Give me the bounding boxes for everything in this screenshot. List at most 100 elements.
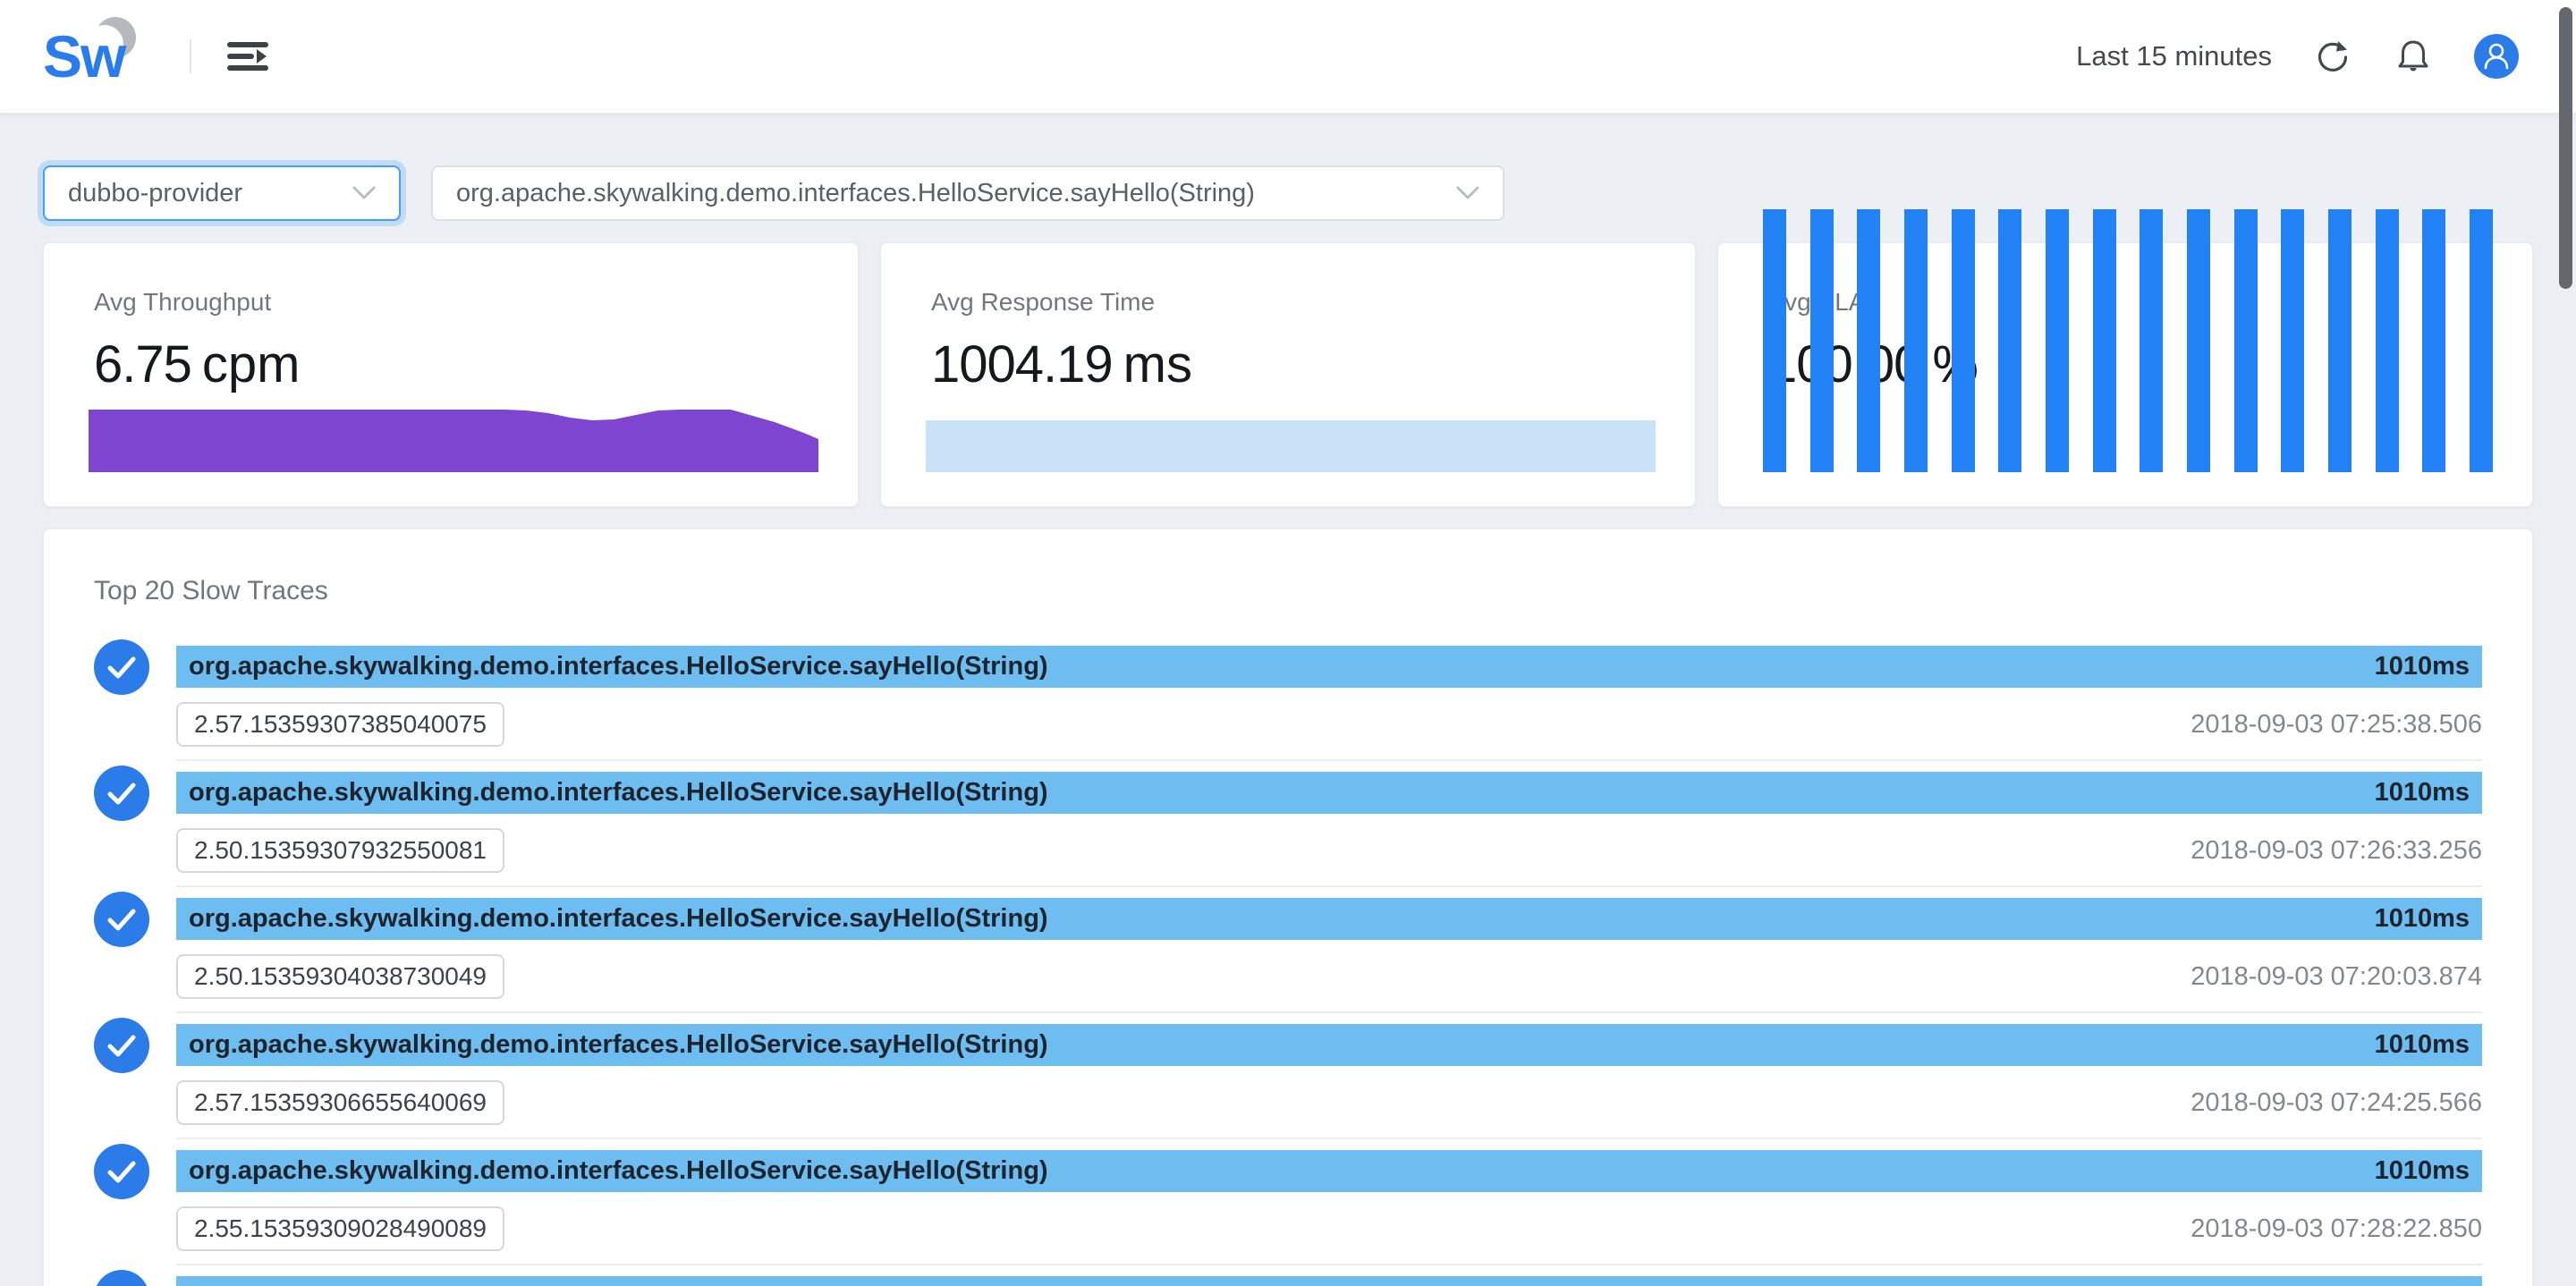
trace-duration: 1010ms [2375, 1156, 2470, 1186]
trace-main: org.apache.skywalking.demo.interfaces.He… [176, 646, 2482, 772]
check-icon [94, 1018, 149, 1073]
trace-row-meta: 2.50.15359304038730049 2018-09-03 07:20:… [176, 954, 2482, 999]
trace-id-badge[interactable]: 2.57.15359307385040075 [176, 702, 504, 747]
trace-duration-bar[interactable]: org.apache.skywalking.demo.interfaces.He… [176, 772, 2482, 814]
endpoint-select[interactable]: org.apache.skywalking.demo.interfaces.He… [431, 165, 1504, 221]
avg-throughput-card: Avg Throughput 6.75cpm [43, 242, 859, 507]
chevron-down-icon [1456, 186, 1479, 200]
sla-bar [2234, 209, 2258, 472]
sla-bar [2281, 209, 2304, 472]
time-range-selector[interactable]: Last 15 minutes [2076, 40, 2272, 72]
trace-row: org.apache.skywalking.demo.interfaces.He… [94, 646, 2482, 772]
throughput-area-chart [89, 410, 818, 472]
row-divider [176, 759, 2482, 761]
trace-success-indicator [94, 766, 149, 821]
sla-bar [1857, 209, 1880, 472]
slow-traces-title: Top 20 Slow Traces [94, 576, 2482, 606]
trace-main: org.apache.skywalking.demo.interfaces.He… [176, 898, 2482, 1024]
trace-operation: org.apache.skywalking.demo.interfaces.He… [189, 1156, 1048, 1186]
trace-duration-bar[interactable]: org.apache.skywalking.demo.interfaces.He… [176, 1024, 2482, 1066]
trace-success-indicator [94, 1270, 149, 1286]
endpoint-select-value: org.apache.skywalking.demo.interfaces.He… [456, 179, 1440, 208]
sla-bar [1810, 209, 1834, 472]
avg-response-time-card: Avg Response Time 1004.19ms [880, 242, 1696, 507]
trace-main: org.apache.skywalking.demo.interfaces.He… [176, 1276, 2482, 1286]
sla-bar [2187, 209, 2210, 472]
trace-operation: org.apache.skywalking.demo.interfaces.He… [189, 1282, 1048, 1286]
check-icon [94, 639, 149, 695]
sla-bar-chart [1763, 209, 2493, 472]
metric-label: Avg Throughput [94, 288, 808, 317]
row-divider [176, 1138, 2482, 1139]
unfold-menu-glyph [227, 39, 268, 73]
trace-duration-bar[interactable]: org.apache.skywalking.demo.interfaces.He… [176, 1276, 2482, 1286]
service-select[interactable]: dubbo-provider [43, 165, 401, 221]
sla-bar [1904, 209, 1928, 472]
trace-success-indicator [94, 892, 149, 947]
trace-row: org.apache.skywalking.demo.interfaces.He… [94, 772, 2482, 898]
trace-operation: org.apache.skywalking.demo.interfaces.He… [189, 778, 1048, 808]
sla-bar [2422, 209, 2445, 472]
trace-row-meta: 2.57.15359307385040075 2018-09-03 07:25:… [176, 702, 2482, 747]
trace-timestamp: 2018-09-03 07:24:25.566 [2190, 1088, 2482, 1118]
service-select-value: dubbo-provider [68, 179, 336, 208]
trace-success-indicator [94, 1144, 149, 1199]
row-divider [176, 885, 2482, 887]
trace-id-badge[interactable]: 2.50.15359304038730049 [176, 954, 504, 999]
trace-timestamp: 2018-09-03 07:28:22.850 [2190, 1214, 2482, 1244]
header-actions: Last 15 minutes [2076, 34, 2519, 79]
trace-main: org.apache.skywalking.demo.interfaces.He… [176, 1024, 2482, 1150]
trace-timestamp: 2018-09-03 07:25:38.506 [2190, 710, 2482, 740]
check-icon [94, 892, 149, 947]
trace-duration: 1010ms [2375, 1030, 2470, 1060]
trace-duration-bar[interactable]: org.apache.skywalking.demo.interfaces.He… [176, 646, 2482, 688]
sla-bar [2046, 209, 2069, 472]
slow-traces-card: Top 20 Slow Traces org.apache.skywalking… [43, 529, 2533, 1286]
trace-id-badge[interactable]: 2.50.15359307932550081 [176, 828, 504, 873]
trace-id-badge[interactable]: 2.57.15359306655640069 [176, 1080, 504, 1125]
menu-unfold-icon[interactable] [227, 37, 272, 76]
trace-row-meta: 2.55.15359309028490089 2018-09-03 07:28:… [176, 1206, 2482, 1251]
sla-bar [2140, 209, 2163, 472]
trace-id-badge[interactable]: 2.55.15359309028490089 [176, 1206, 504, 1251]
trace-duration-bar[interactable]: org.apache.skywalking.demo.interfaces.He… [176, 1150, 2482, 1192]
header-divider [190, 39, 191, 73]
response-time-area-chart [926, 410, 1656, 472]
check-icon [94, 766, 149, 821]
trace-success-indicator [94, 1018, 149, 1073]
trace-row-meta: 2.57.15359306655640069 2018-09-03 07:24:… [176, 1080, 2482, 1125]
trace-timestamp: 2018-09-03 07:20:03.874 [2190, 962, 2482, 992]
person-icon [2474, 34, 2519, 79]
trace-row: org.apache.skywalking.demo.interfaces.He… [94, 1150, 2482, 1276]
logo-text: Sw [43, 22, 124, 90]
trace-row: org.apache.skywalking.demo.interfaces.He… [94, 1276, 2482, 1286]
trace-operation: org.apache.skywalking.demo.interfaces.He… [189, 1030, 1048, 1060]
trace-success-indicator [94, 639, 149, 695]
skywalking-logo[interactable]: Sw [43, 12, 177, 101]
trace-duration: 1010ms [2375, 778, 2470, 808]
trace-duration: 1010ms [2375, 904, 2470, 934]
chevron-down-icon [352, 186, 376, 200]
top-header: Sw Last 15 minutes [0, 0, 2576, 114]
trace-row: org.apache.skywalking.demo.interfaces.He… [94, 898, 2482, 1024]
trace-list: org.apache.skywalking.demo.interfaces.He… [94, 646, 2482, 1286]
refresh-button[interactable] [2313, 37, 2352, 76]
sla-bar [1998, 209, 2021, 472]
trace-duration-bar[interactable]: org.apache.skywalking.demo.interfaces.He… [176, 898, 2482, 940]
trace-duration: 1010ms [2375, 652, 2470, 681]
user-avatar[interactable] [2474, 34, 2519, 79]
page-scrollbar-thumb[interactable] [2559, 7, 2572, 289]
row-divider [176, 1011, 2482, 1013]
notifications-button[interactable] [2394, 37, 2433, 76]
trace-timestamp: 2018-09-03 07:26:33.256 [2190, 836, 2482, 866]
row-divider [176, 1264, 2482, 1265]
trace-main: org.apache.skywalking.demo.interfaces.He… [176, 1150, 2482, 1276]
sla-bar [1763, 209, 1786, 472]
avg-sla-card: Avg SLA 100.00% [1717, 242, 2533, 507]
trace-operation: org.apache.skywalking.demo.interfaces.He… [189, 652, 1048, 681]
refresh-icon [2315, 38, 2351, 74]
trace-main: org.apache.skywalking.demo.interfaces.He… [176, 772, 2482, 898]
metric-value: 1004.19ms [931, 334, 1645, 394]
sla-bar [2093, 209, 2116, 472]
metric-value: 6.75cpm [94, 334, 808, 394]
